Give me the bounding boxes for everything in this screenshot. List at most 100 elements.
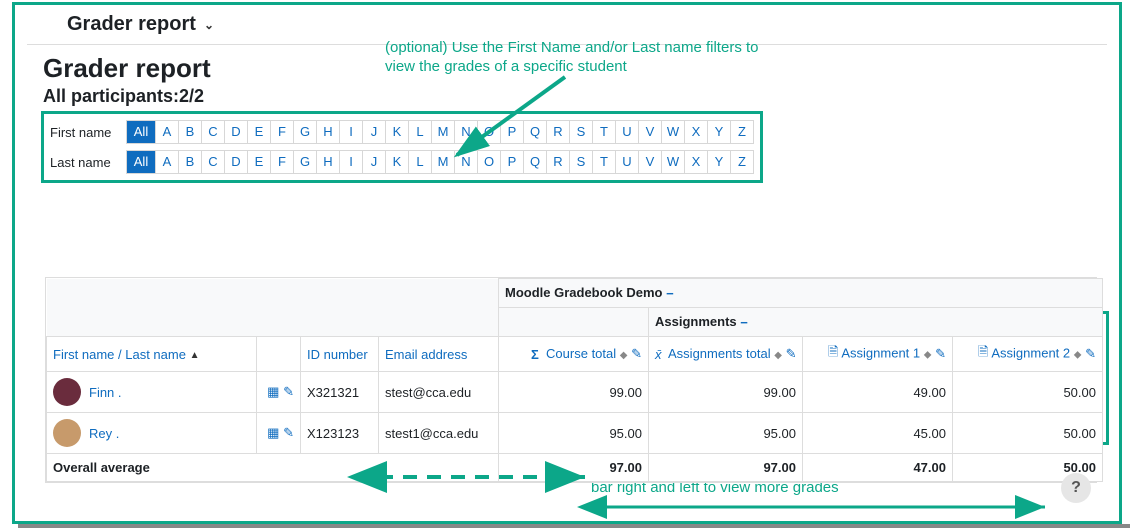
filter-letter[interactable]: F (271, 150, 294, 174)
filter-letter[interactable]: M (432, 150, 455, 174)
cell-grade-item[interactable]: 50.00 (953, 372, 1103, 413)
header-course-total[interactable]: Σ Course total ◆ ✎ (499, 337, 649, 372)
filter-letter[interactable]: Y (708, 120, 731, 144)
filter-letter[interactable]: T (593, 120, 616, 144)
filter-letter[interactable]: J (363, 150, 386, 174)
sort-icon[interactable]: ◆ (774, 350, 782, 361)
report-dropdown[interactable]: Grader report ⌄ (27, 9, 1107, 42)
filter-letter[interactable]: M (432, 120, 455, 144)
filter-letter[interactable]: Q (524, 150, 547, 174)
cell-grade-item[interactable]: 49.00 (803, 372, 953, 413)
header-idnumber[interactable]: ID number (301, 337, 379, 372)
grid-icon[interactable]: ▦ (267, 384, 279, 400)
cell-name[interactable]: Finn . (47, 372, 257, 413)
filter-letter[interactable]: G (294, 150, 317, 174)
cell-grade-item[interactable]: 45.00 (803, 413, 953, 454)
pencil-icon[interactable]: ✎ (283, 384, 294, 400)
filter-letter[interactable]: U (616, 120, 639, 144)
grade-table-container: Moodle Gradebook Demo − Assignments − Fi… (45, 277, 1097, 483)
pencil-icon[interactable]: ✎ (1085, 346, 1096, 362)
filter-letter[interactable]: Q (524, 120, 547, 144)
sort-icon[interactable]: ◆ (1074, 350, 1082, 361)
filter-letter[interactable]: A (156, 150, 179, 174)
filter-letter[interactable]: R (547, 150, 570, 174)
filter-letter[interactable]: O (478, 150, 501, 174)
filter-letter[interactable]: V (639, 120, 662, 144)
category-course-label: Moodle Gradebook Demo (505, 285, 662, 300)
filter-letter[interactable]: S (570, 150, 593, 174)
header-assignment-1[interactable]: 🗎 Assignment 1 ◆ ✎ (803, 337, 953, 372)
sort-firstname[interactable]: First name (53, 347, 114, 362)
filter-letter[interactable]: W (662, 120, 685, 144)
filter-letter[interactable]: K (386, 150, 409, 174)
filter-letter[interactable]: B (179, 150, 202, 174)
filter-letter[interactable]: T (593, 150, 616, 174)
filter-letter[interactable]: R (547, 120, 570, 144)
name-filters: First name AllABCDEFGHIJKLMNOPQRSTUVWXYZ… (41, 111, 763, 183)
filter-letter[interactable]: U (616, 150, 639, 174)
cell-course-total[interactable]: 99.00 (499, 372, 649, 413)
filter-letter[interactable]: X (685, 120, 708, 144)
collapse-icon[interactable]: − (740, 315, 748, 330)
filter-letter[interactable]: X (685, 150, 708, 174)
filter-letter[interactable]: P (501, 150, 524, 174)
filter-letter[interactable]: P (501, 120, 524, 144)
filter-letter[interactable]: Z (731, 150, 754, 174)
filter-letter[interactable]: H (317, 120, 340, 144)
filter-letter[interactable]: Z (731, 120, 754, 144)
filter-letter[interactable]: E (248, 150, 271, 174)
cell-name[interactable]: Rey . (47, 413, 257, 454)
filter-letter[interactable]: L (409, 150, 432, 174)
filter-letter[interactable]: N (455, 150, 478, 174)
filter-letter[interactable]: A (156, 120, 179, 144)
filter-letter[interactable]: C (202, 150, 225, 174)
filter-letter[interactable]: H (317, 150, 340, 174)
chevron-down-icon: ⌄ (204, 18, 214, 32)
cell-course-total[interactable]: 95.00 (499, 413, 649, 454)
header-assignments-total[interactable]: x̄ Assignments total ◆ ✎ (649, 337, 803, 372)
filter-letter[interactable]: E (248, 120, 271, 144)
sort-lastname[interactable]: Last name (125, 347, 186, 362)
cell-idnumber: X321321 (301, 372, 379, 413)
pencil-icon[interactable]: ✎ (786, 346, 797, 362)
sort-icon[interactable]: ◆ (620, 350, 628, 361)
filter-letter[interactable]: V (639, 150, 662, 174)
filter-letter[interactable]: W (662, 150, 685, 174)
pencil-icon[interactable]: ✎ (935, 346, 946, 362)
filter-letter[interactable]: D (225, 120, 248, 144)
cell-assignments-total[interactable]: 95.00 (649, 413, 803, 454)
filter-letter[interactable]: L (409, 120, 432, 144)
filter-letter[interactable]: Y (708, 150, 731, 174)
avatar (53, 419, 81, 447)
filter-letter-all[interactable]: All (126, 150, 156, 174)
pencil-icon[interactable]: ✎ (283, 425, 294, 441)
filter-letter[interactable]: F (271, 120, 294, 144)
student-name[interactable]: Rey . (89, 426, 119, 441)
cell-assignments-total[interactable]: 99.00 (649, 372, 803, 413)
collapse-icon[interactable]: − (666, 286, 674, 301)
pencil-icon[interactable]: ✎ (631, 346, 642, 362)
filter-letter-all[interactable]: All (126, 120, 156, 144)
filter-letter[interactable]: D (225, 150, 248, 174)
doc-icon: 🗎 (978, 343, 988, 365)
student-name[interactable]: Finn . (89, 385, 122, 400)
header-email[interactable]: Email address (379, 337, 499, 372)
header-assignment-2-label: Assignment 2 (991, 346, 1070, 361)
lastname-filter-label: Last name (50, 155, 126, 170)
filter-letter[interactable]: K (386, 120, 409, 144)
cell-grade-item[interactable]: 50.00 (953, 413, 1103, 454)
grid-icon[interactable]: ▦ (267, 425, 279, 441)
filter-letter[interactable]: O (478, 120, 501, 144)
filter-letter[interactable]: B (179, 120, 202, 144)
header-assignment-2[interactable]: 🗎 Assignment 2 ◆ ✎ (953, 337, 1103, 372)
filter-letter[interactable]: G (294, 120, 317, 144)
filter-letter[interactable]: J (363, 120, 386, 144)
header-name[interactable]: First name / Last name ▲ (47, 337, 257, 372)
filter-letter[interactable]: I (340, 120, 363, 144)
filter-letter[interactable]: I (340, 150, 363, 174)
filter-letter[interactable]: C (202, 120, 225, 144)
help-button[interactable]: ? (1061, 473, 1091, 503)
sort-icon[interactable]: ◆ (924, 350, 932, 361)
filter-letter[interactable]: S (570, 120, 593, 144)
filter-letter[interactable]: N (455, 120, 478, 144)
